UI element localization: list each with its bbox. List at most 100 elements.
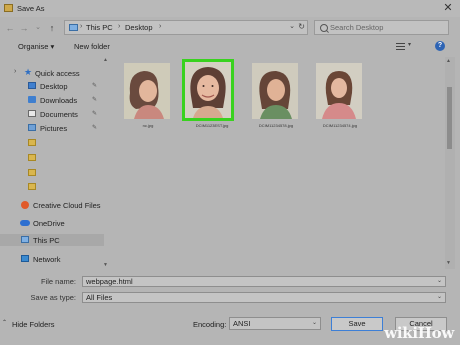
search-icon [320, 24, 328, 32]
recent-locations-icon[interactable]: ⌄ [32, 21, 44, 35]
sidebar-item-folder[interactable] [0, 137, 104, 149]
image-thumbnail [316, 63, 362, 119]
save-as-dialog: Save As ✕ ← → ⌄ ↑ › This PC › Desktop › … [0, 0, 460, 345]
sidebar-item-this-pc[interactable]: This PC [0, 234, 104, 246]
folder-icon [28, 169, 36, 176]
breadcrumb-separator: › [80, 23, 83, 30]
back-arrow-icon[interactable]: ← [4, 21, 16, 35]
image-thumbnail [252, 63, 298, 119]
sidebar-item-onedrive[interactable]: OneDrive [0, 217, 104, 229]
portrait-image [185, 62, 231, 118]
help-icon[interactable]: ? [435, 41, 445, 51]
save-form: File name: webpage.html ⌄ Save as type: … [0, 274, 460, 308]
sidebar-item-label: Documents [40, 110, 78, 119]
file-caption: DCIM11234574.jpg [322, 123, 358, 128]
image-thumbnail [124, 63, 170, 119]
file-name-value: webpage.html [86, 277, 133, 286]
portrait-image [124, 63, 170, 119]
close-icon[interactable]: ✕ [441, 1, 455, 15]
encoding-label: Encoding: [193, 320, 227, 329]
title-bar: Save As ✕ [0, 0, 460, 17]
pictures-icon [28, 124, 36, 131]
scroll-down-icon[interactable]: ▼ [103, 262, 108, 268]
search-input[interactable]: Search Desktop [314, 20, 449, 35]
scroll-up-icon[interactable]: ▲ [446, 58, 451, 64]
star-icon: ★ [24, 67, 33, 77]
desktop-icon [28, 82, 36, 89]
navigation-pane: ▲ › ★ Quick access Desktop ✎ Downloads ✎… [0, 57, 108, 273]
sidebar-item-creative-cloud-files[interactable]: Creative Cloud Files [0, 199, 104, 211]
up-arrow-icon[interactable]: ↑ [46, 21, 58, 35]
creative-cloud-icon [21, 201, 29, 209]
folder-icon [28, 183, 36, 190]
refresh-icon[interactable]: ↻ [298, 22, 305, 31]
window-title: Save As [17, 4, 45, 13]
sidebar-item-quick-access[interactable]: › ★ Quick access [0, 67, 104, 79]
save-type-label: Save as type: [30, 293, 76, 302]
address-dropdown-icon[interactable]: ⌄ [289, 22, 295, 30]
organise-button[interactable]: Organise ▾ [18, 42, 54, 51]
pin-icon: ✎ [92, 83, 98, 89]
chevron-down-icon[interactable]: ⌄ [437, 293, 442, 302]
chevron-down-icon[interactable]: ⌄ [437, 277, 442, 286]
save-type-select[interactable]: All Files ⌄ [82, 292, 446, 303]
file-tile[interactable]: nc.jpg [122, 63, 174, 128]
file-name-field[interactable]: webpage.html ⌄ [82, 276, 446, 287]
scrollbar-thumb[interactable] [447, 87, 452, 149]
collapse-icon[interactable]: ⌃ [2, 319, 10, 327]
chevron-down-icon[interactable]: ⌄ [312, 318, 317, 329]
file-name-label: File name: [40, 277, 76, 286]
encoding-select[interactable]: ANSI ⌄ [229, 317, 321, 330]
file-tile-selected[interactable]: DCIM1123EST.jpg [182, 59, 238, 128]
folder-icon [28, 139, 36, 146]
sidebar-item-folder[interactable] [0, 152, 104, 164]
view-options-icon[interactable] [396, 43, 405, 50]
pin-icon: ✎ [92, 125, 98, 131]
forward-arrow-icon[interactable]: → [18, 21, 30, 35]
breadcrumb-desktop[interactable]: Desktop [125, 23, 153, 32]
watermark-logo: wikiHow [384, 324, 454, 342]
sidebar-item-downloads[interactable]: Downloads ✎ [0, 94, 104, 106]
sidebar-item-label: Pictures [40, 124, 68, 133]
sidebar-item-folder[interactable] [0, 167, 104, 179]
this-pc-icon [69, 24, 78, 31]
file-tile[interactable]: DCIM11234574.jpg [314, 63, 366, 128]
address-bar[interactable]: › This PC › Desktop › ⌄ ↻ [64, 20, 308, 35]
save-button[interactable]: Save [331, 317, 383, 331]
sidebar-item-pictures[interactable]: Pictures ✎ [0, 122, 104, 134]
file-list-scrollbar[interactable]: ▲ ▼ [445, 57, 455, 269]
downloads-icon [28, 96, 36, 103]
file-caption: nc.jpg [142, 123, 154, 128]
sidebar-item-network[interactable]: Network [0, 253, 104, 265]
hide-folders-button[interactable]: Hide Folders [12, 320, 55, 329]
breadcrumb-separator: › [159, 23, 162, 30]
pin-icon: ✎ [92, 97, 98, 103]
file-caption: DCIM1123EST.jpg [195, 123, 229, 128]
onedrive-icon [20, 220, 30, 226]
expand-chevron-icon[interactable]: › [14, 68, 16, 75]
new-folder-button[interactable]: New folder [74, 42, 110, 51]
toolbar: Organise ▾ New folder ▾ ? [0, 39, 460, 55]
file-tile[interactable]: DCIM11234578.jpg [250, 63, 302, 128]
sidebar-item-label: Creative Cloud Files [33, 201, 101, 210]
view-dropdown-icon[interactable]: ▾ [408, 41, 411, 48]
search-placeholder: Search Desktop [330, 23, 384, 32]
sidebar-item-desktop[interactable]: Desktop ✎ [0, 80, 104, 92]
address-row: ← → ⌄ ↑ › This PC › Desktop › ⌄ ↻ Search… [0, 17, 460, 39]
sidebar-item-label: OneDrive [33, 219, 65, 228]
sidebar-item-folder[interactable] [0, 181, 104, 193]
sidebar-item-label: Network [33, 255, 61, 264]
file-caption: DCIM11234578.jpg [258, 123, 294, 128]
breadcrumb-this-pc[interactable]: This PC [86, 23, 113, 32]
folder-icon [4, 4, 13, 12]
network-icon [21, 255, 29, 262]
sidebar-item-label: Quick access [35, 69, 80, 78]
sidebar-item-documents[interactable]: Documents ✎ [0, 108, 104, 120]
portrait-image [252, 63, 298, 119]
sidebar-item-label: This PC [33, 236, 60, 245]
scroll-down-icon[interactable]: ▼ [446, 260, 451, 266]
scroll-up-icon[interactable]: ▲ [103, 57, 108, 63]
portrait-image [316, 63, 362, 119]
pin-icon: ✎ [92, 111, 98, 117]
wikihow-watermark: wikiHow [384, 312, 460, 345]
